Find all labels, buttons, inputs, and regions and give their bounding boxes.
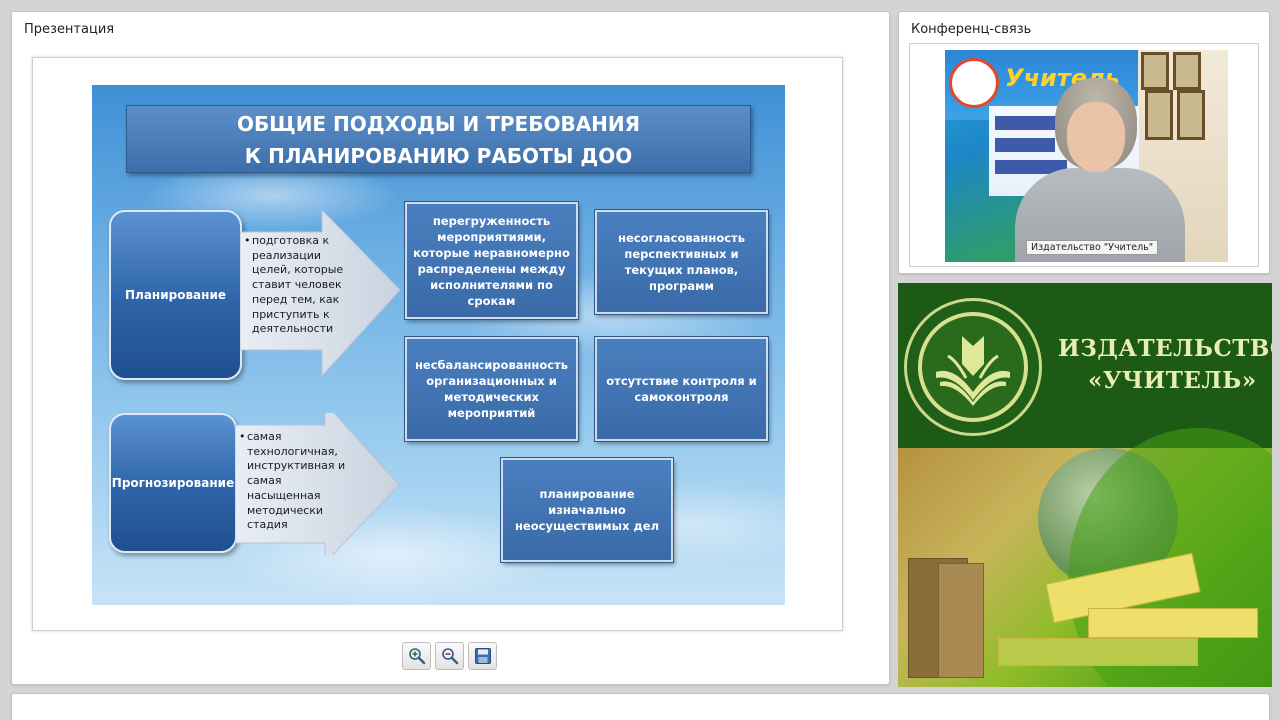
forecast-box: Прогнозирование	[109, 413, 237, 553]
slide: ОБЩИЕ ПОДХОДЫ И ТРЕБОВАНИЯ К ПЛАНИРОВАНИ…	[92, 85, 785, 605]
slide-toolbar	[402, 642, 497, 670]
publisher-name-line2: «УЧИТЕЛЬ»	[1088, 367, 1257, 394]
wall-frame	[1145, 90, 1173, 140]
save-icon	[474, 648, 491, 664]
planning-bullet: • подготовка к реализации целей, которые…	[244, 234, 344, 337]
publisher-emblem-icon	[904, 298, 1042, 436]
publisher-name-line1: ИЗДАТЕЛЬСТВО	[1058, 335, 1272, 362]
publisher-banner[interactable]: ИЗДАТЕЛЬСТВО «УЧИТЕЛЬ»	[898, 283, 1272, 687]
presenter-face	[1067, 102, 1125, 172]
video-logo-icon	[949, 58, 999, 108]
zoom-in-icon	[408, 648, 425, 665]
planning-box: Планирование	[109, 210, 242, 380]
zoom-in-button[interactable]	[402, 642, 431, 670]
presentation-title: Презентация	[24, 22, 115, 37]
zoom-out-button[interactable]	[435, 642, 464, 670]
no-control-box: отсутствие контроля и самоконтроля	[594, 336, 769, 442]
bullet-dot: •	[239, 430, 246, 443]
conference-title: Конференц-связь	[911, 22, 1032, 37]
webcam-video[interactable]: Учитель Издательство "Учитель"	[945, 50, 1228, 262]
video-banner-line	[995, 138, 1055, 152]
forecast-bullet-text: самая технологичная, инструктивная и сам…	[247, 430, 346, 532]
slide-frame: ОБЩИЕ ПОДХОДЫ И ТРЕБОВАНИЯ К ПЛАНИРОВАНИ…	[32, 57, 843, 631]
publisher-emblem-inner	[918, 312, 1028, 422]
wall-frame	[1173, 52, 1201, 90]
bullet-dot: •	[244, 234, 251, 247]
book-image	[998, 638, 1198, 666]
slide-title-line2: К ПЛАНИРОВАНИЮ РАБОТЫ ДОО	[244, 144, 633, 168]
bottom-panel	[11, 693, 1270, 720]
wall-frame	[1141, 52, 1169, 90]
planning-bullet-text: подготовка к реализации целей, которые с…	[252, 234, 344, 336]
forecast-bullet: • самая технологичная, инструктивная и с…	[239, 430, 347, 533]
conference-panel: Конференц-связь Учитель Издательство "Уч…	[898, 11, 1270, 274]
unfeasible-box: планирование изначально неосуществимых д…	[500, 457, 674, 563]
book-image	[1088, 608, 1258, 638]
publisher-banner-top: ИЗДАТЕЛЬСТВО «УЧИТЕЛЬ»	[898, 283, 1272, 448]
video-frame: Учитель Издательство "Учитель"	[909, 43, 1259, 267]
wall-frame	[1177, 90, 1205, 140]
slide-title: ОБЩИЕ ПОДХОДЫ И ТРЕБОВАНИЯ К ПЛАНИРОВАНИ…	[126, 105, 751, 173]
zoom-out-icon	[441, 648, 458, 665]
publisher-banner-image	[898, 428, 1272, 687]
presentation-panel: Презентация ОБЩИЕ ПОДХОДЫ И ТРЕБОВАНИЯ К…	[11, 11, 890, 685]
imbalance-box: несбалансированность организационных и м…	[404, 336, 579, 442]
book-emblem-icon	[936, 336, 1010, 406]
video-caption: Издательство "Учитель"	[1026, 240, 1159, 255]
save-button[interactable]	[468, 642, 497, 670]
overload-box: перегруженность мероприятиями, которые н…	[404, 201, 579, 320]
book-stack-image	[938, 563, 984, 678]
slide-title-line1: ОБЩИЕ ПОДХОДЫ И ТРЕБОВАНИЯ	[236, 112, 641, 136]
inconsistency-box: несогласованность перспективных и текущи…	[594, 209, 769, 315]
